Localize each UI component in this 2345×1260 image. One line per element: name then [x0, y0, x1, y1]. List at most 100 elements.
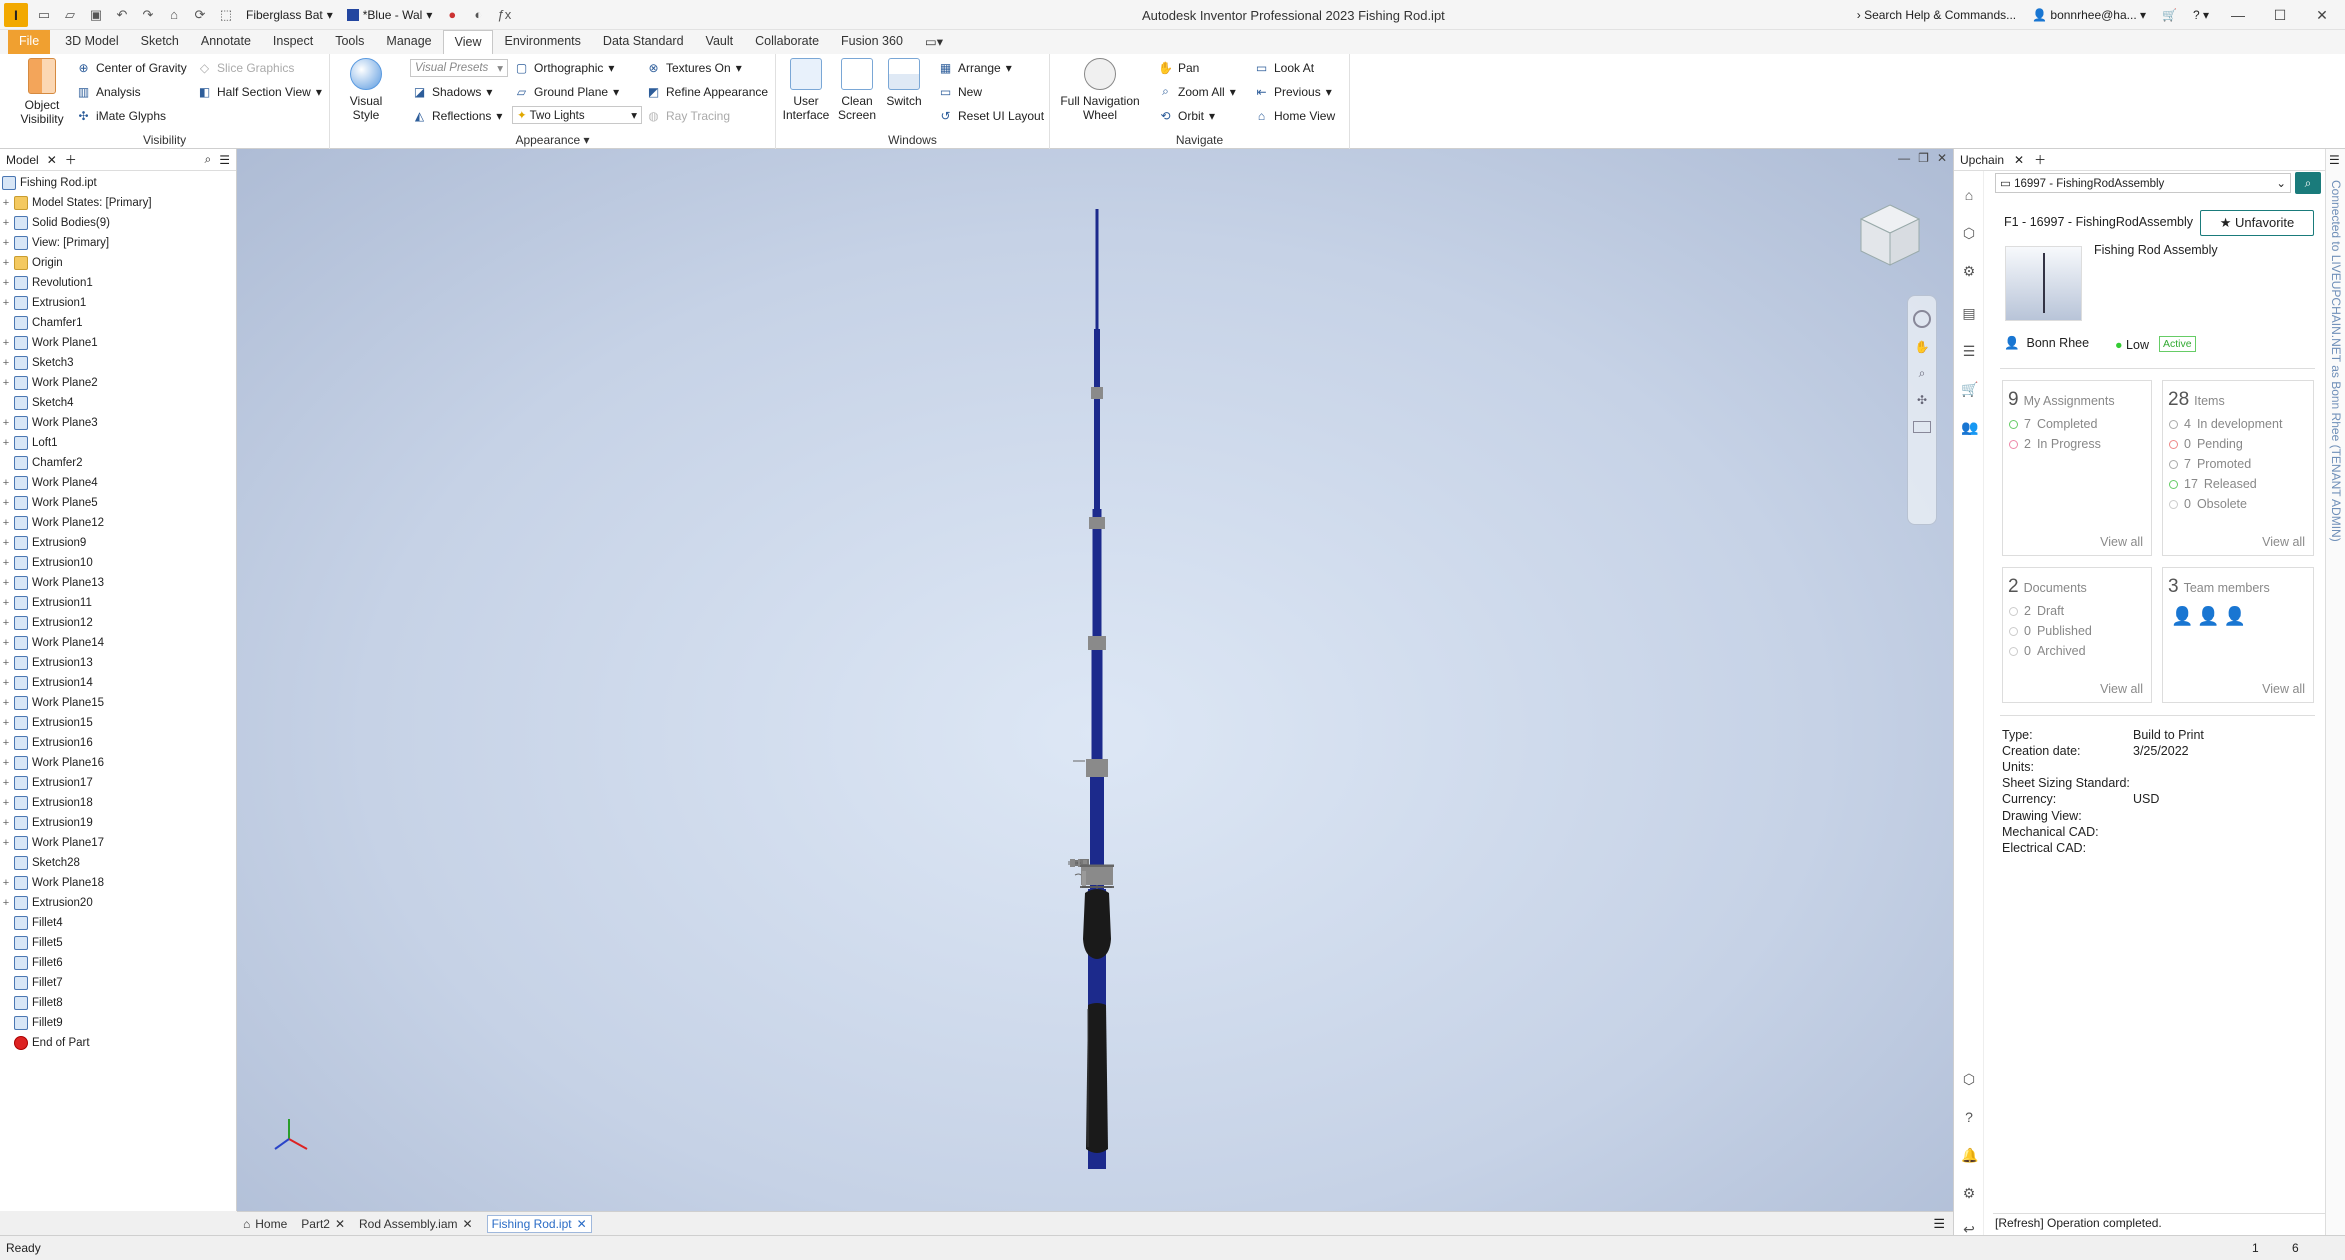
doc-tab-part2[interactable]: Part2 ✕ — [301, 1217, 345, 1231]
tab-annotate[interactable]: Annotate — [190, 30, 262, 54]
expand-icon[interactable]: + — [0, 357, 12, 369]
help-search[interactable]: › Search Help & Commands... — [1857, 8, 2016, 22]
clean-screen-button[interactable]: Clean Screen — [834, 58, 880, 122]
tree-item[interactable]: Fillet9 — [0, 1013, 236, 1033]
expand-icon[interactable]: + — [0, 597, 12, 609]
expand-icon[interactable]: + — [0, 437, 12, 449]
expand-icon[interactable]: + — [0, 757, 12, 769]
zoom-all-button[interactable]: ⌕ Zoom All ▾ — [1158, 84, 1236, 99]
menu-icon[interactable]: ☰ — [1933, 1216, 1945, 1232]
tree-item[interactable]: + Extrusion17 — [0, 773, 236, 793]
material-select[interactable]: Fiberglass Bat ▾ — [242, 8, 337, 22]
tab-3d-model[interactable]: 3D Model — [54, 30, 130, 54]
open-icon[interactable]: ▱ — [60, 5, 80, 25]
tree-item[interactable]: + Work Plane5 — [0, 493, 236, 513]
tree-item[interactable]: + Extrusion18 — [0, 793, 236, 813]
tree-item[interactable]: + Work Plane14 — [0, 633, 236, 653]
card-row[interactable]: 4 In development — [2169, 417, 2313, 431]
visual-presets-select[interactable]: Visual Presets ▾ — [410, 59, 508, 77]
home-icon[interactable]: ⌂ — [1961, 187, 1977, 203]
tree-item[interactable]: + Work Plane15 — [0, 693, 236, 713]
tree-item[interactable]: + Extrusion1 — [0, 293, 236, 313]
card-row[interactable]: 0 Obsolete — [2169, 497, 2313, 511]
add-tab-icon[interactable]: ＋ — [65, 151, 77, 168]
assembly-selector[interactable]: ▭ 16997 - FishingRodAssembly ⌄ — [1995, 173, 2291, 193]
item-thumbnail[interactable] — [2005, 246, 2082, 321]
expand-icon[interactable]: + — [0, 817, 12, 829]
expand-icon[interactable]: + — [0, 777, 12, 789]
tree-item[interactable]: Chamfer1 — [0, 313, 236, 333]
tree-item[interactable]: Fillet7 — [0, 973, 236, 993]
look-at-button[interactable]: ▭ Look At — [1254, 60, 1314, 75]
expand-icon[interactable]: + — [0, 297, 12, 309]
expand-icon[interactable]: + — [0, 277, 12, 289]
shadows-button[interactable]: ◪ Shadows ▾ — [412, 84, 493, 99]
tab-fusion-360[interactable]: Fusion 360 — [830, 30, 914, 54]
expand-icon[interactable]: + — [0, 657, 12, 669]
new-icon[interactable]: ▭ — [34, 5, 54, 25]
tab-tools[interactable]: Tools — [324, 30, 375, 54]
card-row[interactable]: 7 Promoted — [2169, 457, 2313, 471]
visual-style-button[interactable]: Visual Style — [338, 58, 394, 122]
tree-item[interactable]: Sketch4 — [0, 393, 236, 413]
center-gravity-button[interactable]: ⊕ Center of Gravity — [76, 60, 186, 75]
view-all-link[interactable]: View all — [2100, 682, 2143, 696]
close-icon[interactable]: ✕ — [577, 1217, 587, 1231]
tab-environments[interactable]: Environments — [493, 30, 591, 54]
cart-icon[interactable]: 🛒 — [2162, 8, 2177, 22]
notification-icon[interactable]: 🔔 — [1961, 1147, 1978, 1163]
tree-item[interactable]: + Extrusion11 — [0, 593, 236, 613]
textures-button[interactable]: ⊗ Textures On ▾ — [646, 60, 741, 75]
tree-item[interactable]: + Work Plane13 — [0, 573, 236, 593]
expand-icon[interactable]: + — [0, 617, 12, 629]
expand-icon[interactable]: + — [0, 517, 12, 529]
card-row[interactable]: 17 Released — [2169, 477, 2313, 491]
close-tab-icon[interactable]: ✕ — [47, 153, 57, 167]
slice-graphics-button[interactable]: ◇ Slice Graphics — [197, 60, 295, 75]
tab-collaborate[interactable]: Collaborate — [744, 30, 830, 54]
tree-item[interactable]: + Extrusion13 — [0, 653, 236, 673]
tree-item[interactable]: + Extrusion10 — [0, 553, 236, 573]
undo-icon[interactable]: ↶ — [112, 5, 132, 25]
expand-icon[interactable]: + — [0, 717, 12, 729]
expand-icon[interactable]: + — [0, 257, 12, 269]
tab-view[interactable]: View — [442, 30, 494, 54]
tree-item[interactable]: + Extrusion20 — [0, 893, 236, 913]
adjust-icon[interactable]: ◐ — [468, 5, 488, 25]
previous-button[interactable]: ⇤ Previous ▾ — [1254, 84, 1331, 99]
home-icon[interactable]: ⌂ — [164, 5, 184, 25]
documents-icon[interactable]: ▤ — [1961, 305, 1977, 321]
close-icon[interactable]: ✕ — [463, 1217, 473, 1231]
tree-item[interactable]: + Extrusion19 — [0, 813, 236, 833]
tree-item[interactable]: + Model States: [Primary] — [0, 193, 236, 213]
model-tab[interactable]: Model — [6, 153, 39, 167]
tree-item[interactable]: + Extrusion16 — [0, 733, 236, 753]
assignments-card[interactable]: 9 My Assignments 7 Completed 2 In Progress V… — [2002, 380, 2152, 556]
team-card[interactable]: 3 Team members 👤👤👤 View all — [2162, 567, 2314, 703]
expand-icon[interactable]: + — [0, 877, 12, 889]
home-view-button[interactable]: ⌂ Home View — [1254, 108, 1335, 123]
card-row[interactable]: 2 In Progress — [2009, 437, 2151, 451]
tree-item[interactable]: + Loft1 — [0, 433, 236, 453]
tree-item[interactable]: End of Part — [0, 1033, 236, 1053]
tree-item[interactable]: + Work Plane18 — [0, 873, 236, 893]
doc-tab-rod-assembly-iam[interactable]: Rod Assembly.iam ✕ — [359, 1217, 473, 1231]
help-icon[interactable]: ? — [1961, 1109, 1977, 1125]
search-icon[interactable]: ⌕ — [205, 152, 212, 167]
orbit-button[interactable]: ⟲ Orbit ▾ — [1158, 108, 1215, 123]
tree-item[interactable]: + Solid Bodies(9) — [0, 213, 236, 233]
items-card[interactable]: 28 Items 4 In development 0 Pending 7 Promoted… — [2162, 380, 2314, 556]
cube-icon[interactable]: ⬡ — [1961, 1071, 1977, 1087]
tree-item[interactable]: + Extrusion12 — [0, 613, 236, 633]
arrange-button[interactable]: ▦ Arrange ▾ — [938, 60, 1012, 75]
search-button[interactable]: ⌕ — [2295, 172, 2321, 194]
cart-icon[interactable]: 🛒 — [1961, 381, 1978, 397]
add-tab-icon[interactable]: ＋ — [2034, 151, 2046, 168]
tab-inspect[interactable]: Inspect — [262, 30, 324, 54]
expand-icon[interactable]: + — [0, 497, 12, 509]
box-icon[interactable]: ⬡ — [1961, 225, 1977, 241]
expand-icon[interactable]: + — [0, 697, 12, 709]
expand-icon[interactable]: + — [0, 557, 12, 569]
select-icon[interactable]: ⬚ — [216, 5, 236, 25]
doc-tab-fishing-rod-ipt[interactable]: Fishing Rod.ipt ✕ — [486, 1214, 592, 1233]
